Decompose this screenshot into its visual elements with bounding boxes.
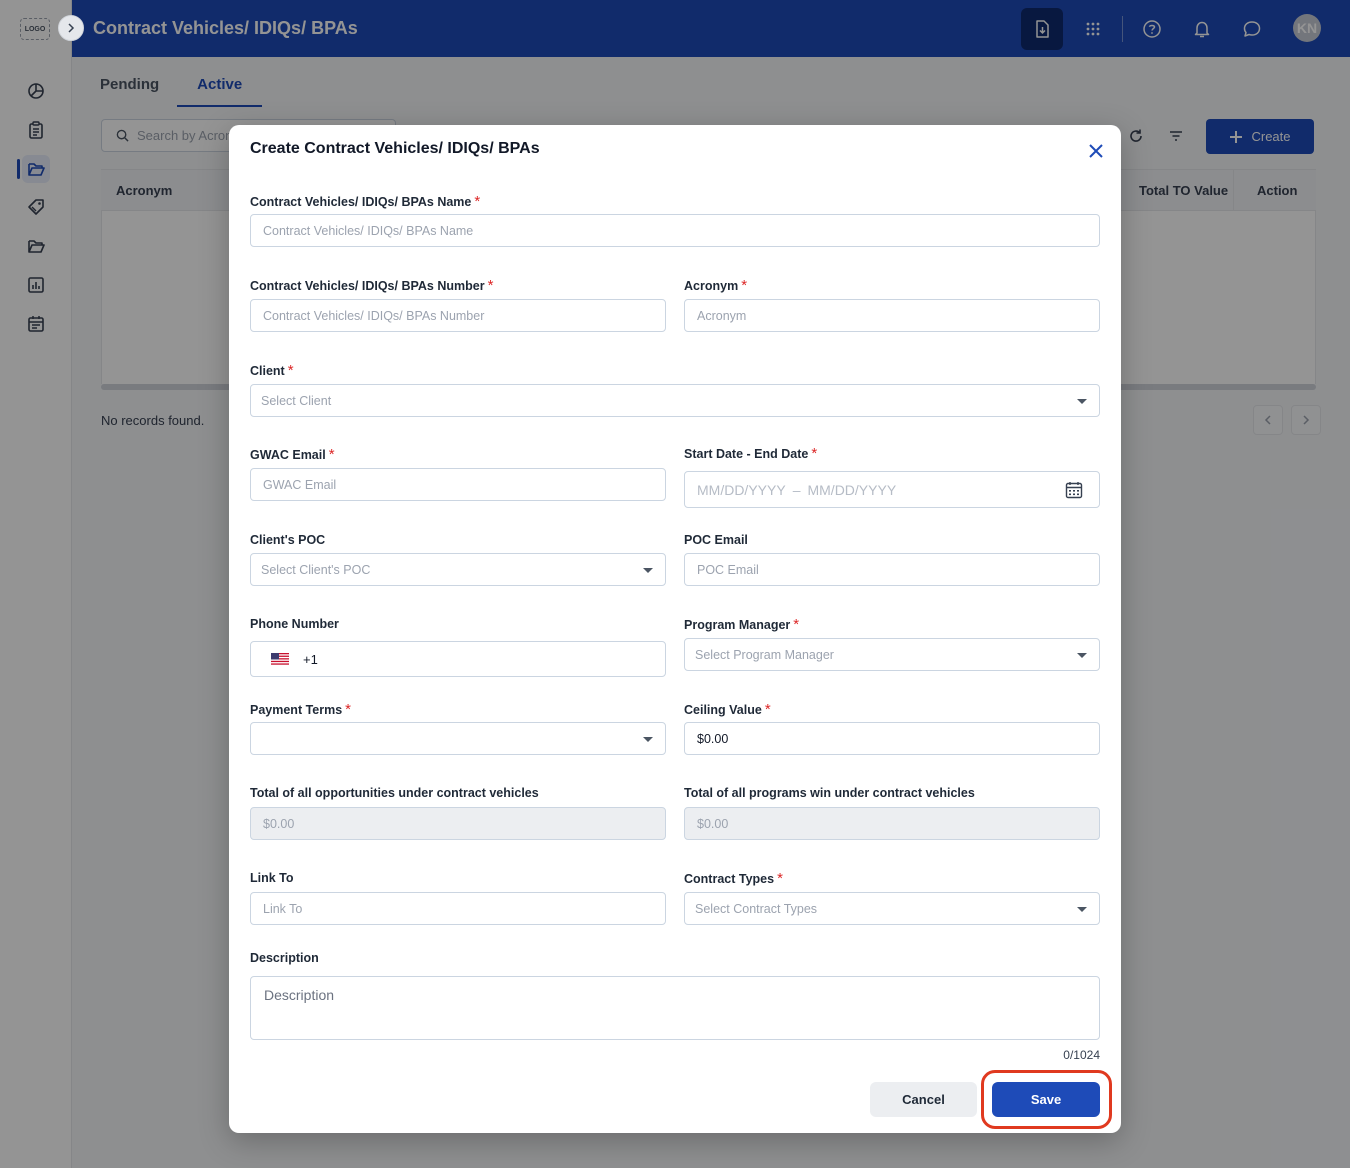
acronym-label: Acronym * (684, 277, 747, 294)
create-contract-vehicle-dialog: Create Contract Vehicles/ IDIQs/ BPAs Co… (229, 125, 1121, 1133)
poc-email-field[interactable]: POC Email (684, 553, 1100, 586)
start-date-placeholder: MM/DD/YYYY (697, 481, 786, 498)
required-marker: * (328, 446, 335, 463)
required-marker: * (777, 870, 783, 887)
required-marker: * (287, 362, 294, 379)
poc-email-label: POC Email (684, 533, 748, 547)
name-label: Contract Vehicles/ IDIQs/ BPAs Name * (250, 193, 480, 210)
program-manager-select[interactable]: Select Program Manager (684, 638, 1100, 671)
contract-types-select[interactable]: Select Contract Types (684, 892, 1100, 925)
calendar-icon (1065, 482, 1083, 499)
client-select[interactable]: Select Client (250, 384, 1100, 417)
program-manager-label-text: Program Manager (684, 618, 791, 632)
chevron-right-icon (68, 23, 75, 33)
save-button-highlight-ring (981, 1070, 1112, 1129)
payment-terms-label-text: Payment Terms (250, 703, 343, 717)
required-marker: * (793, 616, 800, 633)
gwac-email-label: GWAC Email * (250, 446, 335, 463)
ceiling-value-field[interactable]: $0.00 (684, 722, 1100, 755)
dialog-title: Create Contract Vehicles/ IDIQs/ BPAs (250, 140, 540, 157)
link-to-field[interactable]: Link To (250, 892, 666, 925)
ceiling-value-label: Ceiling Value * (684, 701, 771, 718)
gwac-email-field[interactable]: GWAC Email (250, 468, 666, 501)
contract-types-label-text: Contract Types (684, 872, 775, 886)
phone-country-code: +1 (303, 651, 318, 667)
payment-terms-select[interactable] (250, 722, 666, 755)
client-poc-placeholder: Select Client's POC (261, 562, 371, 577)
required-marker: * (764, 701, 771, 718)
number-label: Contract Vehicles/ IDIQs/ BPAs Number * (250, 277, 493, 294)
program-manager-label: Program Manager * (684, 616, 799, 633)
end-date-placeholder: MM/DD/YYYY (807, 481, 897, 498)
description-char-counter: 0/1024 (1063, 1048, 1100, 1062)
contract-types-placeholder: Select Contract Types (695, 901, 818, 916)
dates-label-text: Start Date - End Date (684, 447, 809, 461)
client-label: Client * (250, 362, 294, 379)
required-marker: * (811, 445, 818, 462)
link-to-label: Link To (250, 871, 294, 885)
close-icon (1089, 144, 1103, 158)
client-poc-select[interactable]: Select Client's POC (250, 553, 666, 586)
close-button[interactable] (1086, 141, 1106, 161)
phone-label: Phone Number (250, 617, 339, 631)
required-marker: * (487, 277, 494, 294)
caret-down-icon (1077, 907, 1087, 912)
client-label-text: Client (250, 364, 285, 378)
caret-down-icon (1077, 653, 1087, 658)
date-separator: – (792, 481, 801, 498)
number-label-text: Contract Vehicles/ IDIQs/ BPAs Number (250, 279, 485, 293)
name-label-text: Contract Vehicles/ IDIQs/ BPAs Name (250, 195, 472, 209)
caret-down-icon (1077, 399, 1087, 404)
client-poc-label: Client's POC (250, 533, 326, 547)
cancel-button[interactable]: Cancel (870, 1082, 977, 1117)
payment-terms-label: Payment Terms * (250, 701, 351, 718)
description-textarea[interactable]: Description (250, 976, 1100, 1040)
acronym-label-text: Acronym (684, 279, 739, 293)
caret-down-icon (643, 568, 653, 573)
ceiling-value-label-text: Ceiling Value (684, 703, 762, 717)
gwac-email-label-text: GWAC Email (250, 448, 326, 462)
acronym-field[interactable]: Acronym (684, 299, 1100, 332)
program-manager-placeholder: Select Program Manager (695, 647, 834, 662)
phone-field[interactable]: +1 (250, 641, 666, 677)
required-marker: * (474, 193, 481, 210)
caret-down-icon (643, 737, 653, 742)
date-range-picker[interactable]: MM/DD/YYYY – MM/DD/YYYY (684, 471, 1100, 508)
total-opportunities-label: Total of all opportunities under contrac… (250, 786, 539, 800)
sidebar-expand-button[interactable] (58, 15, 84, 41)
total-programs-label: Total of all programs win under contract… (684, 786, 975, 800)
us-flag-icon (271, 653, 289, 665)
contract-types-label: Contract Types * (684, 870, 783, 887)
total-programs-field: $0.00 (684, 807, 1100, 840)
client-select-placeholder: Select Client (261, 393, 332, 408)
required-marker: * (741, 277, 748, 294)
total-opportunities-field: $0.00 (250, 807, 666, 840)
required-marker: * (345, 701, 352, 718)
description-label: Description (250, 951, 319, 965)
number-field[interactable]: Contract Vehicles/ IDIQs/ BPAs Number (250, 299, 666, 332)
name-field[interactable]: Contract Vehicles/ IDIQs/ BPAs Name (250, 214, 1100, 247)
dates-label: Start Date - End Date * (684, 445, 817, 462)
